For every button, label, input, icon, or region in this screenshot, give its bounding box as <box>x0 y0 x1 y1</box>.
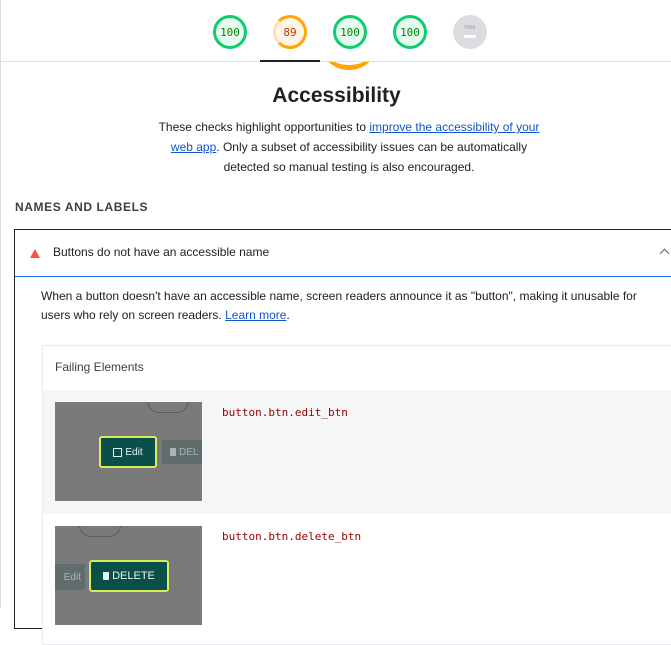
element-selector: button.btn.edit_btn <box>222 406 348 419</box>
thumb-edit-button: Edit <box>55 564 85 590</box>
score-bar: 100 89 100 100 PWA <box>0 0 671 62</box>
category-description-text-end: . Only a subset of accessibility issues … <box>216 140 528 174</box>
audit-title: Buttons do not have an accessible name <box>53 245 270 259</box>
thumb-secondary-label: DEL <box>179 446 199 458</box>
category-description-text: These checks highlight opportunities to <box>158 120 370 134</box>
thumb-secondary-label: Edit <box>63 571 81 583</box>
active-tab-underline <box>260 60 320 62</box>
learn-more-link[interactable]: Learn more <box>225 308 286 322</box>
performance-score-gauge[interactable]: 100 <box>213 15 247 49</box>
seo-score-gauge[interactable]: 100 <box>393 15 427 49</box>
category-title: Accessibility <box>272 84 401 107</box>
performance-score: 100 <box>220 25 240 39</box>
screenshot-background <box>147 402 189 413</box>
element-screenshot[interactable]: Edit DELETE <box>55 526 202 625</box>
failing-elements-table: Failing Elements Edit DEL button.btn.edi… <box>42 345 671 645</box>
chevron-up-icon[interactable] <box>659 248 670 259</box>
audit-button-name: Buttons do not have an accessible name W… <box>14 229 671 645</box>
table-row: Edit DEL button.btn.edit_btn <box>43 390 671 514</box>
pwa-label: PWA <box>464 24 476 31</box>
accessibility-score-gauge[interactable]: 89 <box>273 15 307 49</box>
element-screenshot[interactable]: Edit DEL <box>55 402 202 501</box>
element-selector: button.btn.delete_btn <box>222 530 362 543</box>
audit-description: When a button doesn't have an accessible… <box>41 287 661 325</box>
table-row: Edit DELETE button.btn.delete_btn <box>43 514 671 638</box>
audit-description-end: . <box>286 308 290 322</box>
best-practices-score-gauge[interactable]: 100 <box>333 15 367 49</box>
trash-icon <box>170 448 176 456</box>
seo-score: 100 <box>400 25 420 39</box>
highlighted-delete-button: DELETE <box>89 560 169 592</box>
accessibility-score: 89 <box>283 25 297 39</box>
screenshot-background <box>79 526 121 537</box>
fail-triangle-icon <box>30 249 40 258</box>
thumb-delete-button: DEL <box>162 440 202 464</box>
failing-elements-heading: Failing Elements <box>55 360 144 374</box>
audit-description-text: When a button doesn't have an accessible… <box>41 289 637 322</box>
category-description: These checks highlight opportunities to … <box>147 117 551 177</box>
pwa-na-icon <box>464 34 476 38</box>
audit-header[interactable]: Buttons do not have an accessible name <box>15 230 671 277</box>
pwa-badge-gauge[interactable]: PWA <box>453 15 487 49</box>
report-page: Accessibility These checks highlight opp… <box>0 62 671 645</box>
best-practices-score: 100 <box>340 25 360 39</box>
thumb-button-label: Edit <box>125 446 143 458</box>
highlighted-edit-button: Edit <box>99 436 157 468</box>
group-title: NAMES AND LABELS <box>15 200 149 214</box>
trash-icon <box>103 572 110 580</box>
thumb-button-label: DELETE <box>112 570 155 582</box>
edit-icon <box>113 447 123 457</box>
